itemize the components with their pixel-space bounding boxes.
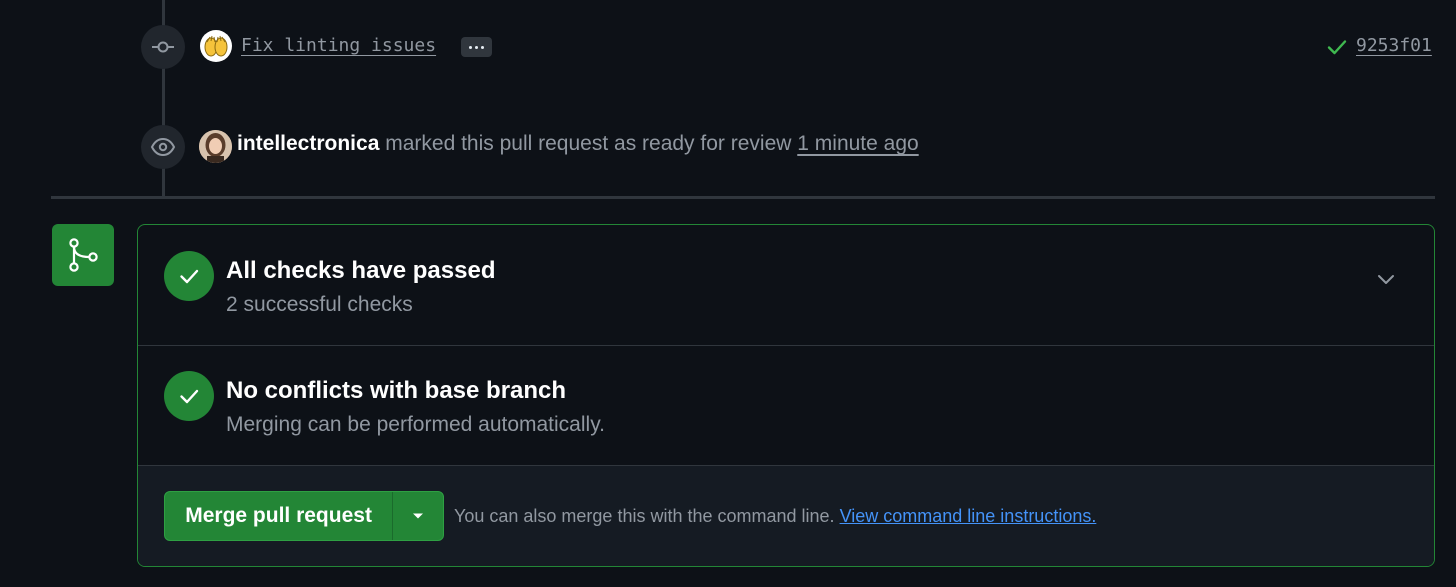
timeline-commit-item: Fix linting issues 9253f01: [0, 22, 1456, 72]
git-merge-icon: [52, 224, 114, 286]
commit-sha-link[interactable]: 9253f01: [1356, 35, 1432, 56]
user-link[interactable]: intellectronica: [237, 132, 379, 155]
eye-icon: [141, 125, 185, 169]
raised-hands-icon: [204, 35, 228, 57]
caret-down-icon: [413, 513, 424, 519]
review-event-action: marked this pull request as ready for re…: [385, 132, 792, 155]
merge-section: Merge pull request You can also merge th…: [138, 466, 1434, 566]
merge-button-group: Merge pull request: [164, 491, 444, 541]
merge-pull-request-button[interactable]: Merge pull request: [165, 492, 394, 540]
commit-message-link[interactable]: Fix linting issues: [241, 35, 436, 56]
conflicts-title: No conflicts with base branch: [226, 377, 567, 404]
raised-hands-emoji-avatar[interactable]: [200, 30, 232, 62]
ellipsis-icon[interactable]: [461, 37, 492, 57]
check-icon[interactable]: [1326, 36, 1348, 63]
check-circle-icon: [164, 371, 214, 421]
command-line-instructions-link[interactable]: View command line instructions.: [840, 506, 1097, 526]
conflicts-section: No conflicts with base branch Merging ca…: [138, 346, 1434, 466]
checks-subtitle: 2 successful checks: [226, 293, 413, 316]
timeline-ready-for-review-item: intellectronica marked this pull request…: [0, 122, 1456, 172]
conflicts-subtitle: Merging can be performed automatically.: [226, 413, 605, 436]
check-circle-icon: [164, 251, 214, 301]
checks-title: All checks have passed: [226, 257, 496, 284]
relative-time-link[interactable]: 1 minute ago: [797, 132, 918, 155]
merge-method-dropdown-button[interactable]: [393, 492, 443, 540]
timeline-divider: [51, 196, 1435, 199]
pr-conversation: Fix linting issues 9253f01 intellectroni…: [0, 0, 1456, 587]
avatar[interactable]: [199, 130, 232, 163]
review-event-text: intellectronica marked this pull request…: [237, 132, 919, 156]
merge-box: All checks have passed 2 successful chec…: [137, 224, 1435, 567]
git-commit-icon: [141, 25, 185, 69]
checks-section[interactable]: All checks have passed 2 successful chec…: [138, 225, 1434, 346]
merge-hint: You can also merge this with the command…: [454, 506, 1096, 527]
merge-hint-text: You can also merge this with the command…: [454, 506, 835, 526]
chevron-down-icon[interactable]: [1376, 269, 1396, 294]
